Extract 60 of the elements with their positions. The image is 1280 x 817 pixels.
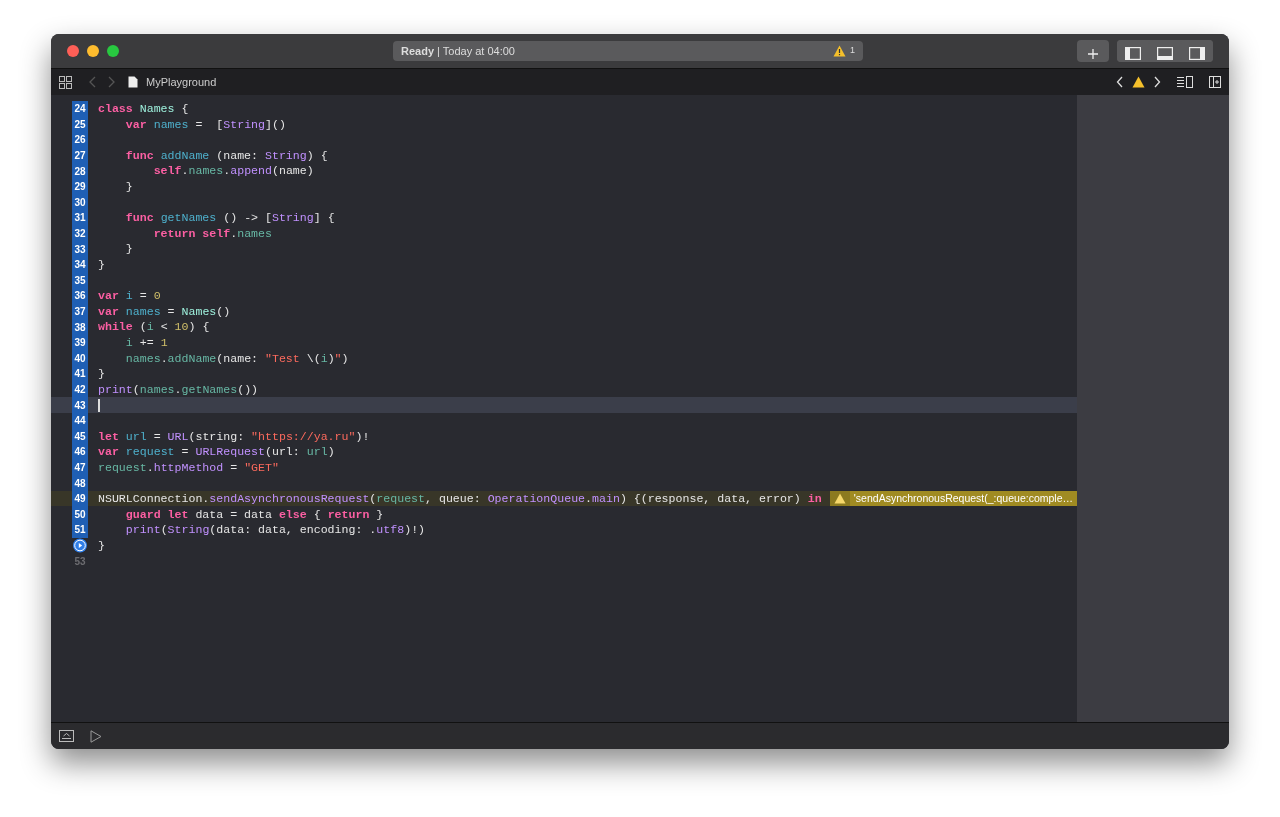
zoom-window-button[interactable] xyxy=(107,45,119,57)
add-editor-icon[interactable] xyxy=(1209,76,1221,88)
previous-issue-icon[interactable] xyxy=(1116,76,1124,88)
code-line: return self.names xyxy=(152,225,272,242)
line-number[interactable]: 28 xyxy=(72,163,88,179)
bottom-panel-icon xyxy=(1157,47,1173,61)
code-line: let url = URL(string: "https://ya.ru")! xyxy=(97,428,370,445)
code-line: func addName (name: String) { xyxy=(124,147,328,164)
code-line: } xyxy=(97,537,105,554)
text-cursor xyxy=(98,398,100,412)
line-number[interactable]: 48 xyxy=(72,475,88,491)
next-issue-icon[interactable] xyxy=(1153,76,1161,88)
code-line: i += 1 xyxy=(124,335,168,351)
code-line: print(names.getNames()) xyxy=(97,381,259,398)
file-name[interactable]: MyPlayground xyxy=(146,73,217,91)
plus-icon xyxy=(1087,47,1099,60)
code-line: while (i < 10) { xyxy=(97,319,210,335)
line-number[interactable]: 46 xyxy=(72,444,88,460)
grid-icon[interactable] xyxy=(59,75,72,89)
code-line: } xyxy=(124,179,133,195)
warning-icon[interactable] xyxy=(1132,76,1145,88)
line-number[interactable]: 45 xyxy=(72,428,88,445)
line-number[interactable]: 36 xyxy=(72,288,88,304)
line-number[interactable]: 43 xyxy=(72,397,88,413)
left-panel-icon xyxy=(1125,47,1141,61)
code-line: var i = 0 xyxy=(97,288,161,304)
code-line: request.httpMethod = "GET" xyxy=(97,459,279,476)
code-line: NSURLConnection.sendAsynchronousRequest(request, queue: OperationQueue.main) {(response, data, error) in xyxy=(97,490,822,507)
run-icon[interactable] xyxy=(90,729,102,743)
line-number[interactable]: 24 xyxy=(72,101,88,117)
code-line: guard let data = data else { return } xyxy=(124,506,384,523)
line-number[interactable]: 41 xyxy=(72,366,88,382)
debug-area-toggle-icon[interactable] xyxy=(59,730,74,742)
minimize-window-button[interactable] xyxy=(87,45,99,57)
code-line: var request = URLRequest(url: url) xyxy=(97,444,335,460)
code-line: } xyxy=(97,257,105,273)
list-icon[interactable] xyxy=(1177,76,1193,88)
line-number[interactable]: 31 xyxy=(72,210,88,226)
code-line: } xyxy=(124,241,133,257)
status-text: Ready | Today at 04:00 xyxy=(401,43,515,59)
code-line: self.names.append(name) xyxy=(152,163,314,179)
line-number[interactable]: 33 xyxy=(72,241,88,257)
close-window-button[interactable] xyxy=(67,45,79,57)
warning-count: 1 xyxy=(850,44,855,58)
code-line: } xyxy=(97,366,105,382)
file-icon xyxy=(128,76,138,88)
code-line: class Names { xyxy=(97,101,189,117)
code-line: names.addName(name: "Test \(i)") xyxy=(124,350,349,367)
right-panel-icon xyxy=(1189,47,1205,61)
code-line: print(String(data: data, encoding: .utf8)!) xyxy=(124,522,426,538)
line-number[interactable]: 51 xyxy=(72,522,88,538)
add-button[interactable] xyxy=(1077,40,1109,62)
code-line: var names = Names() xyxy=(97,303,231,320)
warning-icon xyxy=(833,45,846,57)
code-line: func getNames () -> [String] { xyxy=(124,210,335,226)
line-number[interactable]: 50 xyxy=(72,506,88,523)
line-number[interactable]: 38 xyxy=(72,319,88,335)
code-line: var names = [String]() xyxy=(124,116,286,133)
run-to-line-icon[interactable] xyxy=(72,537,88,553)
line-number[interactable]: 26 xyxy=(72,132,88,148)
